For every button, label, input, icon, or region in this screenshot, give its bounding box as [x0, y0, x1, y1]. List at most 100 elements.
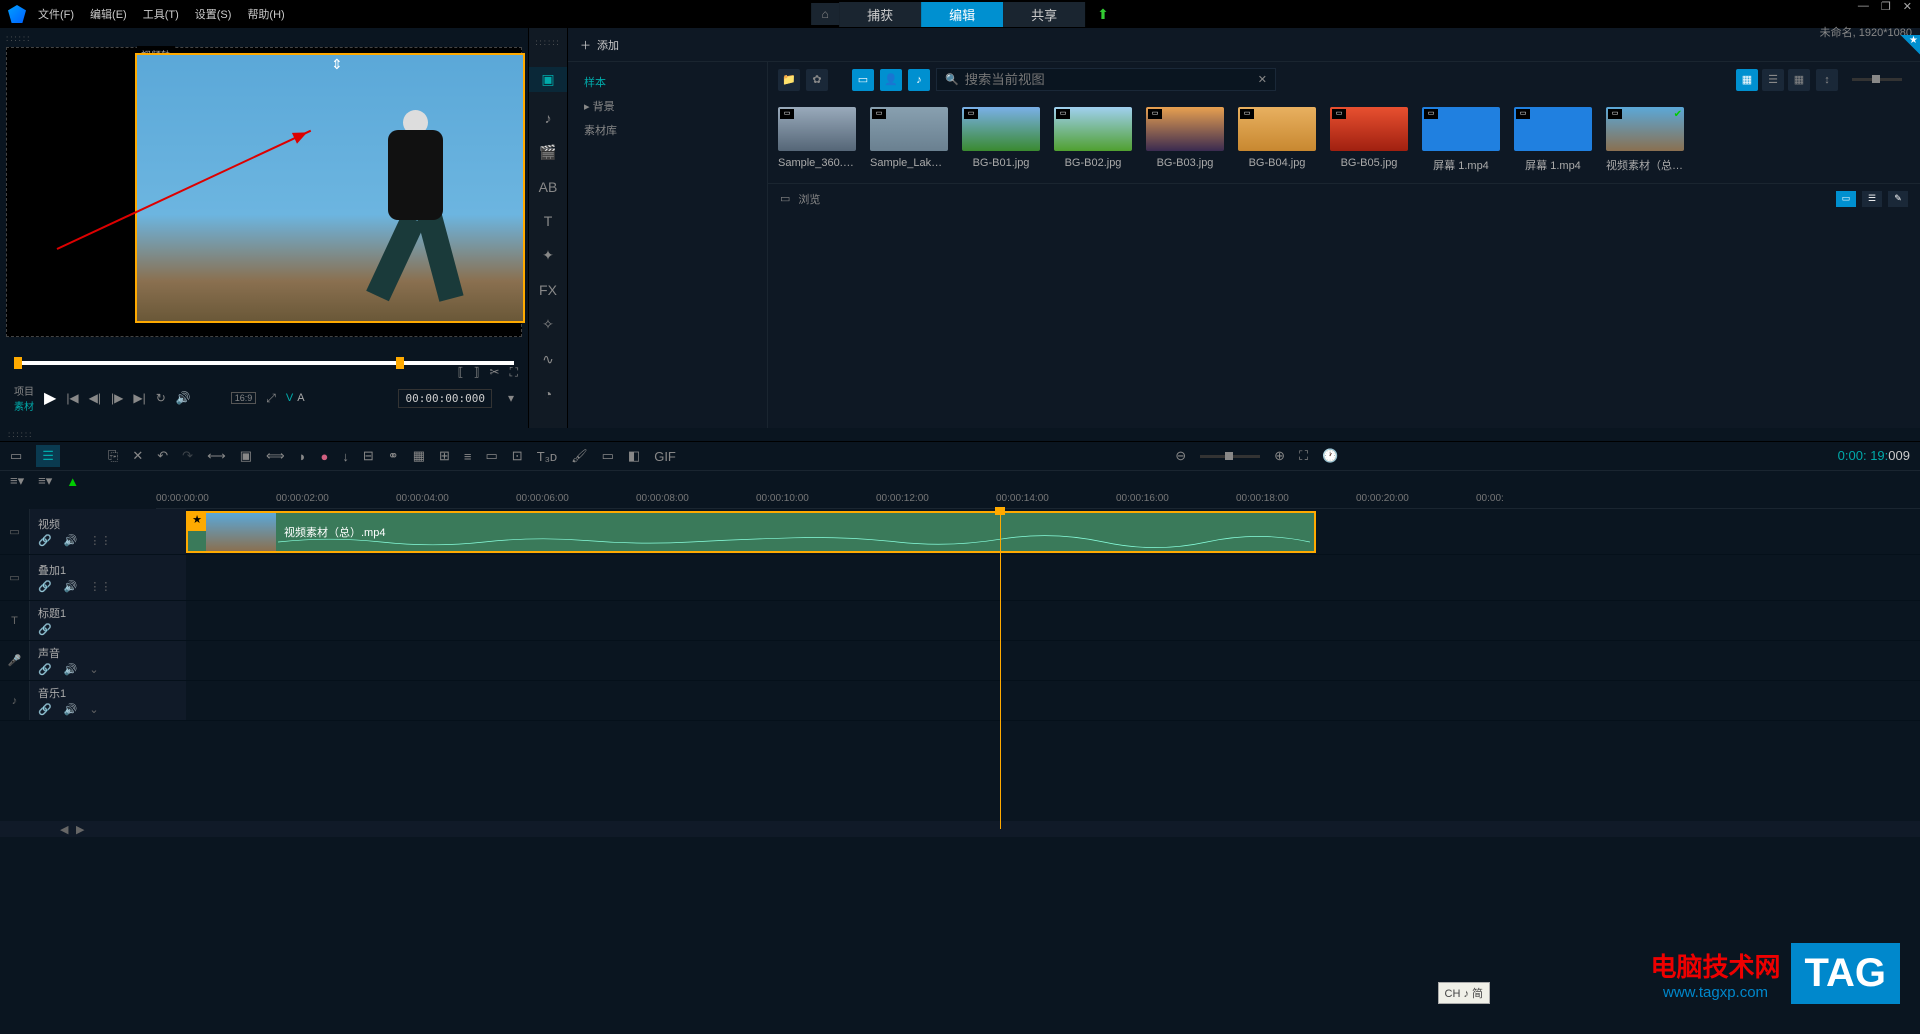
library-item[interactable]: ▭✔视频素材（总）....: [1606, 107, 1684, 173]
panel-grip[interactable]: ::::::: [4, 32, 524, 45]
menu-file[interactable]: 文件(F): [38, 6, 74, 22]
library-item[interactable]: ▭Sample_360.m...: [778, 107, 856, 173]
menu-edit[interactable]: 编辑(E): [90, 6, 127, 22]
video-category-icon[interactable]: 🎬: [539, 144, 556, 161]
scroll-right-icon[interactable]: ▶: [76, 823, 86, 836]
subtitle-icon[interactable]: ▭: [602, 448, 614, 464]
import-folder-icon[interactable]: 📁: [778, 69, 800, 91]
scroll-left-icon[interactable]: ◀: [60, 823, 70, 836]
paint-icon[interactable]: 🖌: [571, 448, 588, 464]
favorite-tag-icon[interactable]: ★: [1900, 35, 1920, 55]
clear-search-icon[interactable]: ✕: [1258, 73, 1267, 86]
search-box[interactable]: 🔍 ✕: [936, 68, 1276, 91]
redo-icon[interactable]: ↷: [182, 448, 193, 464]
library-item[interactable]: ▭屏幕 1.mp4: [1514, 107, 1592, 173]
zoom-out-icon[interactable]: ⊖: [1175, 448, 1186, 464]
stretch-icon[interactable]: ⟺: [266, 448, 285, 464]
link-icon[interactable]: 🔗: [38, 703, 52, 716]
zoom-in-icon[interactable]: ⊕: [1274, 448, 1285, 464]
add-button[interactable]: ＋ 添加: [568, 37, 631, 53]
split-icon[interactable]: ✂: [490, 365, 500, 380]
layout-icon[interactable]: ▦: [413, 448, 425, 464]
track-menu1-icon[interactable]: ≡▾: [10, 473, 24, 489]
fit-clip-icon[interactable]: ⟷: [207, 448, 226, 464]
audio-toggle[interactable]: A: [297, 392, 304, 404]
preview-trim-slider[interactable]: [14, 353, 514, 373]
tree-sample[interactable]: 样本: [568, 70, 767, 94]
record-icon[interactable]: ●: [321, 449, 329, 464]
3d-title-icon[interactable]: T₃ᴅ: [537, 449, 557, 464]
minimize-icon[interactable]: —: [1858, 0, 1869, 13]
mute-icon[interactable]: 🔊: [64, 580, 78, 593]
timeline-zoom-slider[interactable]: [1200, 455, 1260, 458]
track-type-voice-icon[interactable]: 🎤: [0, 641, 30, 680]
tab-share[interactable]: 共享: [1003, 2, 1085, 27]
media-category-icon[interactable]: ▣: [529, 67, 567, 92]
mute-icon[interactable]: 🔊: [64, 703, 78, 716]
sort-icon[interactable]: ↕: [1816, 69, 1838, 91]
library-item[interactable]: ▭BG-B02.jpg: [1054, 107, 1132, 173]
panel-grip[interactable]: ::::::: [533, 36, 562, 49]
mark-out-icon[interactable]: ⟧: [474, 365, 480, 380]
color-category-icon[interactable]: ✧: [542, 316, 554, 333]
track-type-title-icon[interactable]: T: [0, 601, 30, 640]
project-label[interactable]: 项目: [14, 383, 34, 398]
speed-in-icon[interactable]: ◗: [299, 449, 307, 464]
upload-icon[interactable]: ⬆: [1097, 6, 1109, 23]
view-tiles-icon[interactable]: ▦: [1788, 69, 1810, 91]
close-icon[interactable]: ✕: [1903, 0, 1912, 13]
track-up-icon[interactable]: ▲: [66, 474, 79, 489]
link-icon[interactable]: 🔗: [38, 663, 52, 676]
mark-in-icon[interactable]: ⟦: [458, 365, 464, 380]
filter-image-icon[interactable]: ▭: [852, 69, 874, 91]
mask-icon[interactable]: ◧: [628, 448, 640, 464]
fit-window-icon[interactable]: ⛶: [1299, 448, 1308, 464]
menu-settings[interactable]: 设置(S): [195, 6, 232, 22]
view-list-icon[interactable]: ☰: [1762, 69, 1784, 91]
play-button[interactable]: ▶: [44, 388, 56, 408]
undo-icon[interactable]: ↶: [157, 448, 168, 464]
library-item[interactable]: ▭BG-B03.jpg: [1146, 107, 1224, 173]
preview-frame[interactable]: [135, 53, 525, 323]
audio-category-icon[interactable]: ♪: [545, 110, 552, 126]
fx-category-icon[interactable]: FX: [539, 282, 557, 298]
browse-button[interactable]: 浏览: [798, 191, 820, 207]
go-start-icon[interactable]: |◀: [66, 391, 78, 405]
track-type-overlay-icon[interactable]: ▭: [0, 555, 30, 600]
storyboard-view-icon[interactable]: ▭: [10, 448, 22, 464]
footer-tool1-icon[interactable]: ▭: [1836, 191, 1856, 207]
aspect-ratio[interactable]: 16:9: [231, 392, 257, 404]
blank-icon[interactable]: ▭: [485, 448, 497, 464]
gif-icon[interactable]: GIF: [654, 449, 676, 464]
expand-icon[interactable]: ⌄: [89, 663, 98, 676]
timeline-timecode[interactable]: 0:00: 19:009: [1838, 448, 1910, 464]
expand-icon[interactable]: ⌄: [89, 703, 98, 716]
settings-icon[interactable]: ✿: [806, 69, 828, 91]
link-icon[interactable]: 🔗: [38, 534, 52, 547]
tools-icon[interactable]: ✕: [132, 448, 143, 464]
marker-icon[interactable]: ↓: [342, 449, 349, 464]
title-category-icon[interactable]: T: [544, 213, 553, 229]
mute-icon[interactable]: 🔊: [64, 534, 78, 547]
chapter-icon[interactable]: ⊟: [363, 448, 374, 464]
timecode-dropdown-icon[interactable]: ▾: [508, 391, 514, 405]
mute-icon[interactable]: 🔊: [64, 663, 78, 676]
horizontal-scrollbar[interactable]: ◀ ▶: [0, 821, 1920, 837]
maximize-icon[interactable]: ❐: [1881, 0, 1891, 13]
volume-icon[interactable]: 🔊: [176, 391, 191, 405]
panel-grip[interactable]: ::::::: [0, 428, 1920, 441]
overlay-category-icon[interactable]: ✦: [542, 247, 554, 264]
library-item[interactable]: ▭屏幕 1.mp4: [1422, 107, 1500, 173]
time-ruler[interactable]: 00:00:00:0000:00:02:0000:00:04:0000:00:0…: [156, 491, 1920, 509]
preview-canvas[interactable]: 视频轨 ⇕: [6, 47, 522, 337]
home-icon[interactable]: ⌂: [811, 3, 839, 25]
track-menu2-icon[interactable]: ≡▾: [38, 473, 52, 489]
video-clip[interactable]: ★ 视频素材（总）.mp4: [186, 511, 1316, 553]
library-item[interactable]: ▭Sample_Lake....: [870, 107, 948, 173]
loop-icon[interactable]: ↻: [156, 391, 166, 405]
track-icon[interactable]: ≡: [464, 449, 472, 464]
speed-category-icon[interactable]: ◔: [544, 386, 552, 402]
menu-help[interactable]: 帮助(H): [247, 6, 284, 22]
transition-category-icon[interactable]: AB: [539, 179, 558, 195]
clock-icon[interactable]: 🕐: [1322, 448, 1338, 464]
